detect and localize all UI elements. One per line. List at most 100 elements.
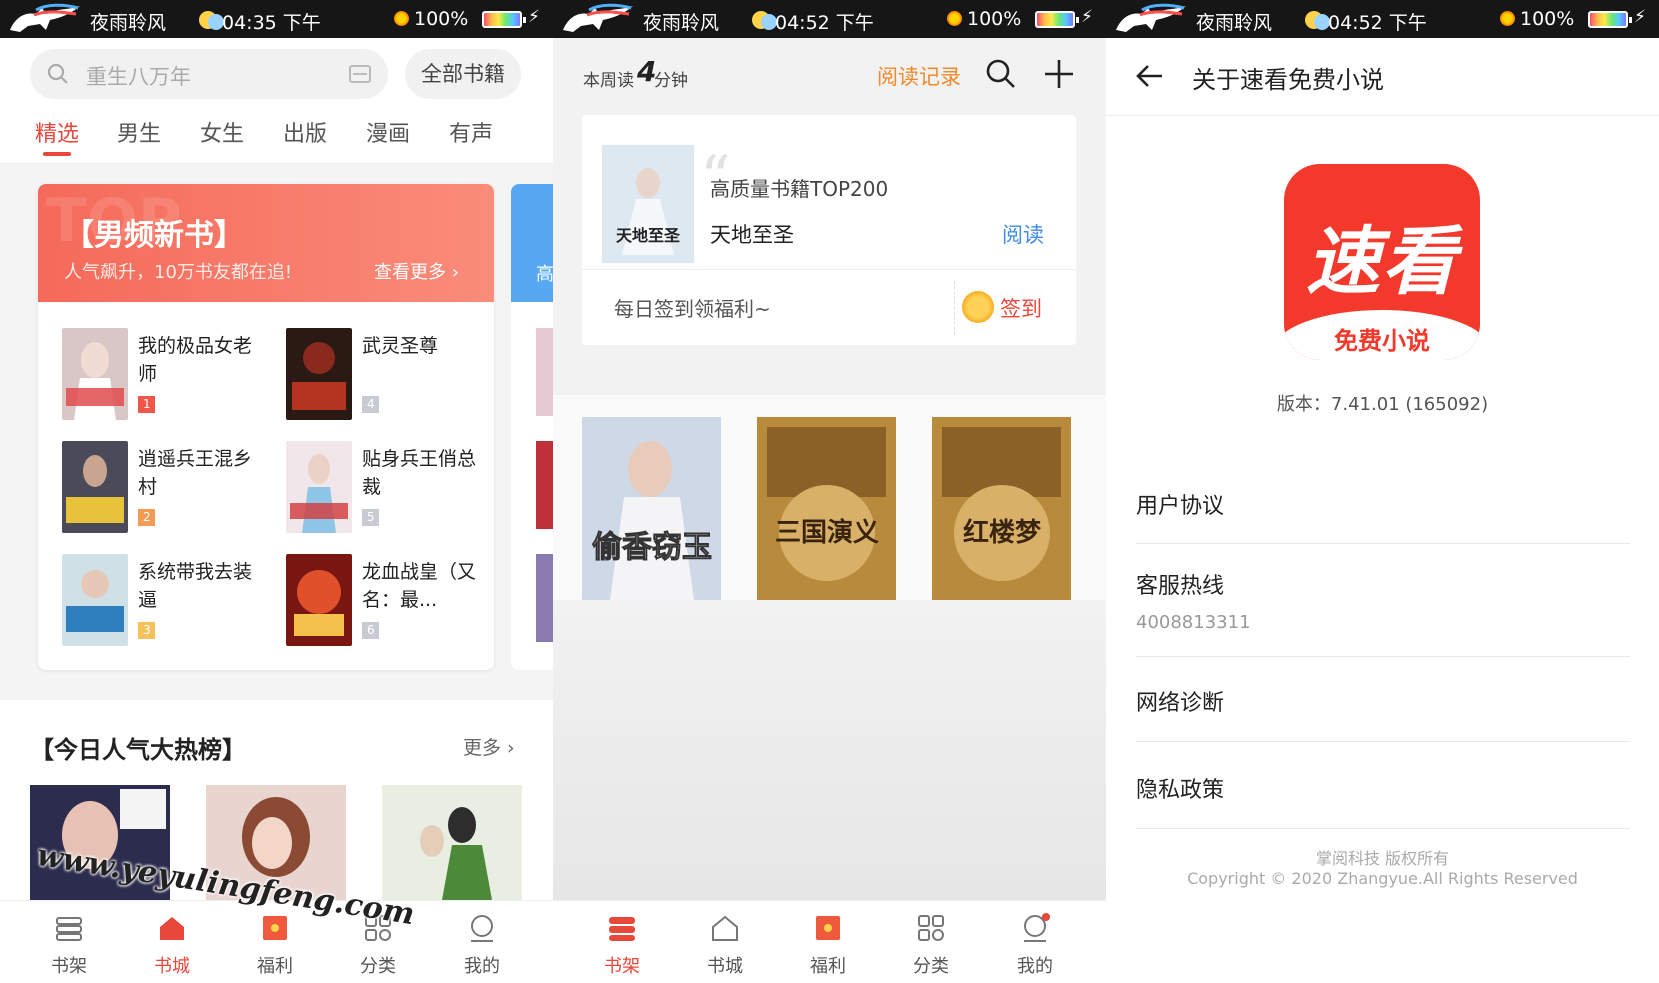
search-placeholder: 重生八万年: [86, 65, 191, 89]
status-bar: 夜雨聆风 04:35 下午 100% ⚡: [0, 0, 553, 38]
scan-icon[interactable]: [348, 62, 372, 86]
version-text: 版本：7.41.01 (165092): [1276, 394, 1489, 415]
status-carrier: 夜雨聆风: [643, 12, 720, 34]
horse-logo-icon: [563, 3, 633, 32]
status-carrier: 夜雨聆风: [90, 12, 167, 34]
book-cover: [286, 554, 352, 646]
search-icon: [47, 63, 68, 84]
nav-profile[interactable]: 我的: [983, 901, 1087, 983]
status-time: 04:52 下午: [1328, 12, 1427, 34]
shelf-book-cover[interactable]: 偷香窃玉: [582, 417, 721, 600]
network-diagnosis-item[interactable]: 网络诊断: [1136, 685, 1630, 717]
book-cover[interactable]: 天地至圣: [602, 145, 694, 263]
privacy-policy-item[interactable]: 隐私政策: [1136, 772, 1630, 804]
hotline-number: 4008813311: [1136, 612, 1251, 633]
battery-icon: [1588, 11, 1632, 28]
status-time: 04:52 下午: [775, 12, 874, 34]
nav-welfare[interactable]: 福利: [776, 901, 880, 983]
charging-icon: ⚡: [1081, 7, 1093, 27]
bottom-nav: 书架 书城 福利 分类 我的: [0, 900, 553, 983]
book-cover: [62, 554, 128, 646]
search-icon[interactable]: [985, 58, 1017, 90]
next-card-preview[interactable]: 高: [511, 184, 553, 670]
bookshelf-screen: 夜雨聆风 04:52 下午 100% ⚡ 本周读 4 分钟 阅读记录 天地至圣 …: [553, 0, 1106, 983]
back-arrow-icon[interactable]: [1134, 60, 1166, 92]
user-agreement-item[interactable]: 用户协议: [1136, 488, 1630, 520]
book-cover: [536, 554, 553, 642]
divider: [954, 281, 955, 335]
all-books-button[interactable]: 全部书籍: [405, 49, 521, 99]
book-title: 系统带我去装逼: [138, 561, 253, 611]
add-icon[interactable]: [1043, 58, 1075, 90]
card-more-link[interactable]: 查看更多 ›: [374, 258, 459, 284]
status-time: 04:35 下午: [222, 12, 321, 34]
status-bar: 夜雨聆风 04:52 下午 100% ⚡: [553, 0, 1106, 38]
book-item[interactable]: 贴身兵王俏总裁 5: [286, 441, 494, 541]
book-item[interactable]: 龙血战皇（又名：最... 6: [286, 554, 494, 654]
search-box[interactable]: 重生八万年: [30, 49, 388, 99]
signin-prompt: 每日签到领福利~: [614, 297, 771, 321]
tab-male[interactable]: 男生: [117, 116, 161, 148]
book-item[interactable]: 武灵圣尊 4: [286, 328, 494, 428]
bookstore-screen: 夜雨聆风 04:35 下午 100% ⚡ 重生八万年 全部书籍 精选 男生 女生…: [0, 0, 553, 983]
book-title: 偷香窃玉: [592, 530, 712, 565]
book-item[interactable]: 逍遥兵王混乡村 2: [62, 441, 282, 541]
book-cover: [536, 328, 553, 416]
status-battery-percent: 100%: [1520, 8, 1575, 30]
book-cover: [286, 441, 352, 533]
tab-audio[interactable]: 有声: [449, 116, 493, 148]
battery-saver-icon: [394, 11, 409, 26]
book-cover: [286, 328, 352, 420]
book-item[interactable]: 我的极品女老师 1: [62, 328, 282, 428]
copyright-cn: 掌阅科技 版权所有: [1315, 849, 1450, 868]
tab-featured[interactable]: 精选: [35, 116, 79, 148]
status-carrier: 夜雨聆风: [1196, 12, 1273, 34]
battery-icon: [1035, 11, 1079, 28]
nav-bookshelf[interactable]: 书架: [570, 901, 674, 983]
tab-comics[interactable]: 漫画: [366, 116, 410, 148]
customer-hotline-item[interactable]: 客服热线: [1136, 568, 1630, 600]
rank-badge: 6: [362, 622, 390, 639]
nav-bookstore[interactable]: 书城: [120, 901, 224, 983]
battery-saver-icon: [1500, 11, 1515, 26]
signin-button[interactable]: 签到: [1000, 293, 1042, 323]
logo-main-text: 速看: [1306, 219, 1458, 305]
charging-icon: ⚡: [1634, 7, 1646, 27]
grid-icon: [918, 915, 944, 941]
hot-list-title: 【今日人气大热榜】: [30, 736, 246, 764]
read-button[interactable]: 阅读: [1002, 219, 1044, 249]
nav-bookshelf[interactable]: 书架: [17, 901, 121, 983]
nav-label: 书城: [707, 956, 743, 977]
book-cover[interactable]: [382, 785, 522, 900]
book-title: 三国演义: [775, 517, 879, 548]
rank-badge: 5: [362, 509, 390, 526]
home-icon: [712, 915, 738, 941]
profile-icon: [1024, 913, 1050, 942]
book-title: 龙血战皇（又名：最...: [362, 561, 477, 611]
hot-list-more-link[interactable]: 更多 ›: [463, 733, 515, 760]
tab-publish[interactable]: 出版: [283, 116, 327, 148]
book-cover: [62, 441, 128, 533]
book-title: 红楼梦: [963, 517, 1042, 548]
nav-bookstore[interactable]: 书城: [673, 901, 777, 983]
shelf-empty-area: [553, 600, 1106, 900]
book-title: 我的极品女老师: [138, 335, 253, 385]
book-title: 贴身兵王俏总裁: [362, 448, 477, 498]
about-screen: 夜雨聆风 04:52 下午 100% ⚡ 关于速看免费小说 速看 免费小说 版本…: [1106, 0, 1659, 983]
nav-label: 书架: [51, 956, 87, 977]
card-subtitle: 人气飙升，10万书友都在追!: [64, 262, 293, 283]
divider: [582, 269, 1076, 270]
book-cover: [536, 441, 553, 529]
nav-label: 福利: [810, 956, 846, 977]
nav-category[interactable]: 分类: [879, 901, 983, 983]
tab-female[interactable]: 女生: [200, 116, 244, 148]
read-records-link[interactable]: 阅读记录: [877, 61, 961, 91]
book-title: 武灵圣尊: [362, 335, 439, 357]
recommend-card: 天地至圣 “ 高质量书籍TOP200 天地至圣 阅读 每日签到领福利~ 签到: [582, 115, 1076, 345]
app-logo: 速看 免费小说: [1284, 164, 1480, 360]
shelf-book-cover[interactable]: 红楼梦: [932, 417, 1071, 600]
recommend-book-title: 天地至圣: [710, 223, 794, 247]
book-item[interactable]: 系统带我去装逼 3: [62, 554, 282, 654]
shelf-book-cover[interactable]: 三国演义: [757, 417, 896, 600]
nav-profile[interactable]: 我的: [430, 901, 534, 983]
